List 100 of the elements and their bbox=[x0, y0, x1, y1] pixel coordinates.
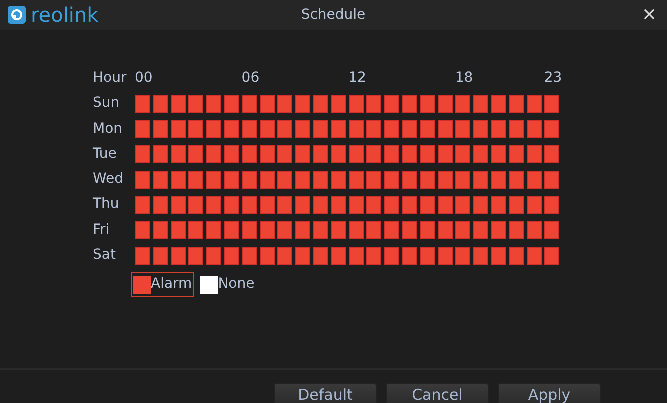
schedule-cell[interactable] bbox=[260, 145, 275, 164]
schedule-cell[interactable] bbox=[438, 145, 453, 164]
schedule-cell[interactable] bbox=[420, 170, 435, 189]
schedule-cell[interactable] bbox=[420, 196, 435, 214]
schedule-cell[interactable] bbox=[135, 246, 150, 265]
schedule-cell[interactable] bbox=[224, 145, 239, 164]
footer-button[interactable]: Apply bbox=[498, 383, 601, 403]
legend-option[interactable]: Alarm bbox=[131, 272, 194, 298]
schedule-cell[interactable] bbox=[330, 120, 346, 138]
schedule-cell[interactable] bbox=[366, 221, 382, 240]
schedule-cell[interactable] bbox=[206, 120, 222, 138]
schedule-cell[interactable] bbox=[295, 120, 310, 138]
schedule-cell[interactable] bbox=[152, 196, 168, 214]
schedule-cell[interactable] bbox=[473, 145, 488, 164]
schedule-cell[interactable] bbox=[384, 196, 400, 214]
schedule-cell[interactable] bbox=[420, 94, 435, 113]
schedule-cell[interactable] bbox=[312, 196, 328, 214]
schedule-cell[interactable] bbox=[402, 145, 417, 164]
footer-button[interactable]: Cancel bbox=[386, 383, 489, 403]
close-button[interactable]: × bbox=[640, 6, 659, 24]
schedule-cell[interactable] bbox=[277, 94, 292, 113]
schedule-cell[interactable] bbox=[135, 196, 150, 214]
schedule-cell[interactable] bbox=[366, 246, 382, 265]
schedule-cell[interactable] bbox=[402, 246, 417, 265]
schedule-cell[interactable] bbox=[384, 246, 400, 265]
schedule-cell[interactable] bbox=[438, 196, 453, 214]
schedule-cell[interactable] bbox=[260, 120, 275, 138]
schedule-cell[interactable] bbox=[402, 196, 417, 214]
schedule-cell[interactable] bbox=[277, 145, 292, 164]
schedule-cell[interactable] bbox=[188, 145, 204, 164]
schedule-cell[interactable] bbox=[312, 170, 328, 189]
schedule-cell[interactable] bbox=[277, 120, 292, 138]
schedule-cell[interactable] bbox=[260, 94, 275, 113]
schedule-cell[interactable] bbox=[152, 120, 168, 138]
footer-button[interactable]: Default bbox=[274, 383, 377, 403]
schedule-cell[interactable] bbox=[420, 221, 435, 240]
schedule-cell[interactable] bbox=[260, 221, 275, 240]
schedule-cell[interactable] bbox=[490, 246, 506, 265]
schedule-cell[interactable] bbox=[438, 246, 453, 265]
schedule-cell[interactable] bbox=[170, 246, 186, 265]
schedule-cell[interactable] bbox=[277, 221, 292, 240]
schedule-cell[interactable] bbox=[455, 196, 470, 214]
schedule-cell[interactable] bbox=[152, 221, 168, 240]
schedule-cell[interactable] bbox=[348, 170, 364, 189]
schedule-cell[interactable] bbox=[526, 170, 542, 189]
schedule-cell[interactable] bbox=[508, 196, 524, 214]
schedule-cell[interactable] bbox=[206, 145, 222, 164]
schedule-cell[interactable] bbox=[366, 94, 382, 113]
schedule-cell[interactable] bbox=[473, 246, 488, 265]
schedule-cell[interactable] bbox=[508, 120, 524, 138]
schedule-cell[interactable] bbox=[348, 196, 364, 214]
schedule-cell[interactable] bbox=[526, 196, 542, 214]
schedule-cell[interactable] bbox=[348, 246, 364, 265]
schedule-cell[interactable] bbox=[224, 196, 239, 214]
schedule-cell[interactable] bbox=[330, 170, 346, 189]
schedule-cell[interactable] bbox=[455, 120, 470, 138]
schedule-cell[interactable] bbox=[438, 221, 453, 240]
schedule-cell[interactable] bbox=[473, 221, 488, 240]
schedule-cell[interactable] bbox=[420, 120, 435, 138]
schedule-cell[interactable] bbox=[490, 221, 506, 240]
schedule-cell[interactable] bbox=[242, 221, 257, 240]
schedule-cell[interactable] bbox=[312, 221, 328, 240]
schedule-cell[interactable] bbox=[384, 120, 400, 138]
schedule-cell[interactable] bbox=[170, 120, 186, 138]
schedule-cell[interactable] bbox=[490, 196, 506, 214]
schedule-cell[interactable] bbox=[295, 170, 310, 189]
schedule-cell[interactable] bbox=[384, 221, 400, 240]
schedule-cell[interactable] bbox=[242, 120, 257, 138]
schedule-cell[interactable] bbox=[170, 94, 186, 113]
schedule-cell[interactable] bbox=[473, 94, 488, 113]
schedule-cell[interactable] bbox=[188, 246, 204, 265]
schedule-cell[interactable] bbox=[224, 120, 239, 138]
schedule-cell[interactable] bbox=[348, 221, 364, 240]
schedule-cell[interactable] bbox=[135, 120, 150, 138]
schedule-cell[interactable] bbox=[366, 196, 382, 214]
schedule-cell[interactable] bbox=[490, 94, 506, 113]
schedule-cell[interactable] bbox=[455, 170, 470, 189]
schedule-cell[interactable] bbox=[473, 120, 488, 138]
schedule-cell[interactable] bbox=[420, 145, 435, 164]
schedule-cell[interactable] bbox=[277, 170, 292, 189]
schedule-cell[interactable] bbox=[526, 221, 542, 240]
schedule-cell[interactable] bbox=[438, 120, 453, 138]
schedule-cell[interactable] bbox=[526, 94, 542, 113]
schedule-cell[interactable] bbox=[295, 94, 310, 113]
schedule-cell[interactable] bbox=[242, 196, 257, 214]
schedule-cell[interactable] bbox=[312, 145, 328, 164]
schedule-cell[interactable] bbox=[242, 145, 257, 164]
schedule-cell[interactable] bbox=[366, 170, 382, 189]
schedule-cell[interactable] bbox=[330, 246, 346, 265]
schedule-cell[interactable] bbox=[366, 145, 382, 164]
schedule-cell[interactable] bbox=[544, 145, 560, 164]
schedule-cell[interactable] bbox=[348, 145, 364, 164]
schedule-cell[interactable] bbox=[206, 196, 222, 214]
schedule-cell[interactable] bbox=[508, 221, 524, 240]
schedule-cell[interactable] bbox=[135, 94, 150, 113]
schedule-cell[interactable] bbox=[188, 221, 204, 240]
schedule-cell[interactable] bbox=[135, 170, 150, 189]
schedule-cell[interactable] bbox=[384, 94, 400, 113]
schedule-cell[interactable] bbox=[170, 196, 186, 214]
schedule-cell[interactable] bbox=[473, 170, 488, 189]
